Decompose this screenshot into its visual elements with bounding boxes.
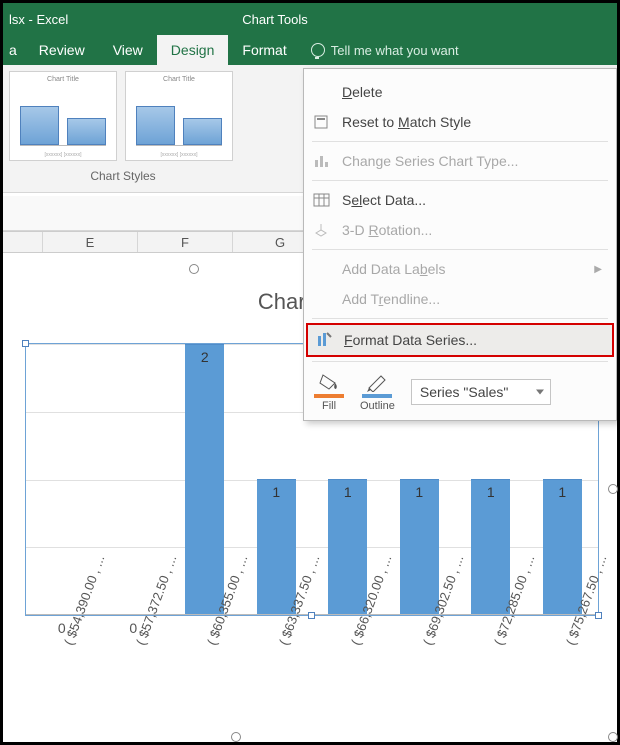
tab-format[interactable]: Format <box>228 35 300 65</box>
tell-me[interactable]: Tell me what you want <box>301 35 459 65</box>
cm-change-chart-type: Change Series Chart Type... <box>304 146 616 176</box>
fill-icon <box>317 372 341 392</box>
doc-name: lsx - Excel <box>3 12 68 27</box>
col-header-f[interactable]: F <box>138 232 233 252</box>
bar-label: 1 <box>328 484 367 500</box>
cm-label: ect Data... <box>362 192 426 208</box>
series-selector[interactable]: Series "Sales" <box>411 379 551 405</box>
rotation-icon <box>312 220 332 240</box>
cm-label: Change Series Chart Type... <box>342 153 518 169</box>
cm-format-data-series[interactable]: Format Data Series... <box>306 323 614 357</box>
bar-label: 1 <box>257 484 296 500</box>
cm-label: elete <box>352 84 382 100</box>
outline-icon <box>365 372 389 392</box>
tab-view[interactable]: View <box>99 35 157 65</box>
tab-partial[interactable]: a <box>3 35 25 65</box>
cm-label: ormat Data Series... <box>353 332 478 348</box>
cm-reset[interactable]: Reset to Match Style <box>304 107 616 137</box>
x-axis-labels: ( $54,390.00 , ... ( $57,372.50 , ... ( … <box>25 624 599 736</box>
bar-label: 1 <box>543 484 582 500</box>
chevron-right-icon: ▶ <box>594 264 602 275</box>
col-header[interactable] <box>3 232 43 252</box>
select-data-icon <box>312 190 332 210</box>
format-series-icon <box>314 330 334 350</box>
mini-label: Fill <box>322 400 336 412</box>
bar-label: 1 <box>471 484 510 500</box>
context-menu: Delete Reset to Match Style Change Serie… <box>303 68 617 421</box>
col-header-e[interactable]: E <box>43 232 138 252</box>
bar-label: 1 <box>400 484 439 500</box>
selection-handle[interactable] <box>231 732 241 742</box>
cm-label: atch Style <box>410 114 471 130</box>
blank-icon <box>312 289 332 309</box>
cm-add-data-labels: Add Data Labels ▶ <box>304 254 616 284</box>
mini-toolbar: Fill Outline Series "Sales" <box>304 366 616 414</box>
tab-review[interactable]: Review <box>25 35 99 65</box>
cm-label: otation... <box>379 222 433 238</box>
reset-icon <box>312 112 332 132</box>
cm-label: els <box>428 261 446 277</box>
bar-label: 2 <box>185 349 224 365</box>
cm-delete[interactable]: Delete <box>304 77 616 107</box>
selection-handle[interactable] <box>189 264 199 274</box>
tab-design[interactable]: Design <box>157 35 229 65</box>
chart-style-thumb[interactable]: Chart Title [xxxxxx] [xxxxxx] <box>9 71 117 161</box>
titlebar: lsx - Excel Chart Tools <box>3 3 617 35</box>
fill-button[interactable]: Fill <box>314 372 344 412</box>
selection-handle[interactable] <box>608 484 618 494</box>
chart-style-thumb[interactable]: Chart Title [xxxxxx] [xxxxxx] <box>125 71 233 161</box>
cm-select-data[interactable]: Select Data... <box>304 185 616 215</box>
chart-type-icon <box>312 151 332 171</box>
mini-label: Outline <box>360 400 395 412</box>
cm-label: endline... <box>383 291 440 307</box>
bulb-icon <box>311 43 325 57</box>
selection-handle[interactable] <box>608 732 618 742</box>
chart-tools-label: Chart Tools <box>242 12 308 27</box>
ribbon-tabs: a Review View Design Format Tell me what… <box>3 35 617 65</box>
outline-button[interactable]: Outline <box>360 372 395 412</box>
tell-me-text: Tell me what you want <box>331 43 459 58</box>
chart-styles-caption: Chart Styles <box>3 165 243 183</box>
cm-3d-rotation: 3-D Rotation... <box>304 215 616 245</box>
blank-icon <box>312 82 332 102</box>
blank-icon <box>312 259 332 279</box>
cm-add-trendline: Add Trendline... <box>304 284 616 314</box>
thumb-title: Chart Title <box>126 76 232 83</box>
chart-styles-group: Chart Title [xxxxxx] [xxxxxx] Chart Titl… <box>3 65 243 193</box>
thumb-title: Chart Title <box>10 76 116 83</box>
